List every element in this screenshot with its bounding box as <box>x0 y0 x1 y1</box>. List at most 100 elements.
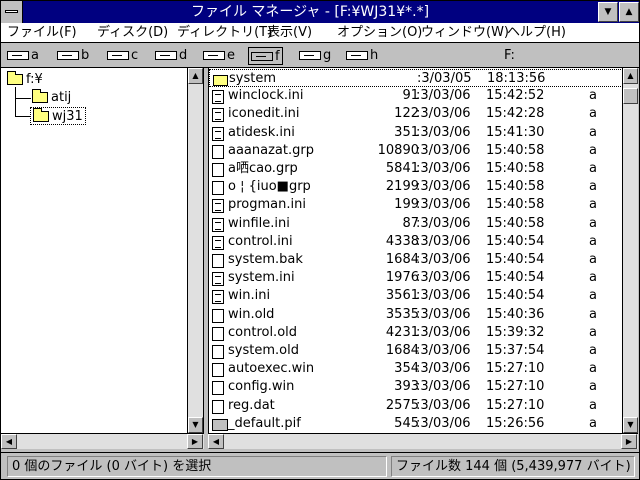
file-row[interactable]: atidesk.ini 351:3/03/06 15:41:30 a <box>209 124 622 142</box>
file-size: 1684 <box>385 343 419 358</box>
file-row[interactable]: system.bak 1684:3/03/06 15:40:54 a <box>209 251 622 269</box>
file-row[interactable]: system.old 1684:3/03/06 15:37:54 a <box>209 342 622 360</box>
drive-d[interactable]: d <box>155 47 187 65</box>
file-name: autoexec.win <box>228 361 315 377</box>
tree-item-atij[interactable]: atij <box>32 89 71 107</box>
file-time: 15:40:36 <box>486 306 545 322</box>
hard-drive-icon <box>107 51 129 60</box>
file-size: 393 <box>394 379 419 395</box>
file-icon <box>212 363 224 378</box>
system-menu-button[interactable] <box>1 1 23 23</box>
file-name: win.old <box>228 306 275 322</box>
menu-file[interactable]: ファイル(F) <box>7 23 77 43</box>
file-row[interactable]: _default.pif 545:3/03/06 15:26:56 a <box>209 415 622 433</box>
drive-g[interactable]: g <box>299 47 331 65</box>
file-name: o ¦ {iuo■grp <box>228 179 311 195</box>
file-time: 15:27:10 <box>486 361 545 377</box>
file-size: 545 <box>394 415 419 431</box>
drive-bar: a b c d e f g h F: <box>1 44 639 68</box>
scroll-left-button[interactable]: ◀ <box>208 434 224 449</box>
file-attr: a <box>589 343 597 358</box>
title-bar[interactable]: ファイル マネージャ - [F:¥WJ31¥*.*] ▼ ▲ <box>1 1 639 23</box>
menu-window[interactable]: ウィンドウ(W) <box>421 23 509 43</box>
menu-bar: ファイル(F) ディスク(D) ディレクトリ(T) 表示(V) オプション(O)… <box>1 23 639 43</box>
open-folder-icon <box>33 108 49 122</box>
scroll-left-button[interactable]: ◀ <box>1 434 17 449</box>
file-row[interactable]: win.old 3535:3/03/06 15:40:36 a <box>209 306 622 324</box>
drive-a[interactable]: a <box>7 47 39 65</box>
menu-help[interactable]: ヘルプ(H) <box>507 23 566 43</box>
tree-horizontal-scrollbar[interactable]: ◀ ▶ <box>1 433 204 449</box>
file-row[interactable]: aaanazat.grp 10890:3/03/06 15:40:58 a <box>209 142 622 160</box>
tree-vertical-scrollbar[interactable]: ▲ ▼ <box>187 68 203 433</box>
file-attr: a <box>589 179 597 195</box>
scroll-up-button[interactable]: ▲ <box>623 68 638 84</box>
drive-b[interactable]: b <box>57 47 89 65</box>
file-date: :3/03/06 <box>416 324 471 340</box>
file-size: 351 <box>394 124 419 140</box>
menu-disk[interactable]: ディスク(D) <box>97 23 168 43</box>
file-time: 15:27:10 <box>486 397 545 413</box>
file-list[interactable]: system:3/03/05 18:13:56 winclock.ini 91:3/0… <box>208 68 622 433</box>
scroll-up-button[interactable]: ▲ <box>188 68 203 84</box>
file-row[interactable]: winfile.ini 87:3/03/06 15:40:58 a <box>209 215 622 233</box>
file-icon <box>212 144 224 159</box>
file-date: :3/03/06 <box>416 361 471 377</box>
file-name: control.ini <box>228 233 293 249</box>
file-row[interactable]: o ¦ {iuo■grp 2199:3/03/06 15:40:58 a <box>209 178 622 196</box>
tree-item-wj31[interactable]: wj31 <box>30 107 86 125</box>
file-name: iconedit.ini <box>228 106 300 122</box>
scroll-down-button[interactable]: ▼ <box>188 417 203 433</box>
file-icon <box>212 163 224 177</box>
file-time: 15:40:58 <box>486 142 545 158</box>
file-row[interactable]: config.win 393:3/03/06 15:27:10 a <box>209 378 622 396</box>
file-size: 10890 <box>377 142 419 158</box>
file-row[interactable]: control.old 4231:3/03/06 15:39:32 a <box>209 324 622 342</box>
drive-f[interactable]: f <box>248 47 283 65</box>
file-time: 15:40:58 <box>486 161 545 176</box>
floppy-drive-icon <box>57 51 79 60</box>
file-row[interactable]: control.ini 4338:3/03/06 15:40:54 a <box>209 233 622 251</box>
scroll-right-button[interactable]: ▶ <box>187 434 203 449</box>
file-attr: a <box>589 233 597 249</box>
hard-drive-icon <box>203 51 225 60</box>
drive-h[interactable]: h <box>346 47 378 65</box>
file-row[interactable]: a哂cao.grp 5841:3/03/06 15:40:58 a <box>209 160 622 178</box>
menu-options[interactable]: オプション(O) <box>337 23 422 43</box>
file-attr: a <box>589 88 597 104</box>
file-row[interactable]: autoexec.win 354:3/03/06 15:27:10 a <box>209 360 622 378</box>
menu-directory[interactable]: ディレクトリ(T) <box>177 23 272 43</box>
drive-c[interactable]: c <box>107 47 138 65</box>
file-horizontal-scrollbar[interactable]: ◀ ▶ <box>208 433 638 449</box>
file-attr: a <box>589 415 597 431</box>
directory-tree[interactable]: f:¥ atij wj31 <box>1 68 204 433</box>
tree-item-label: wj31 <box>52 109 83 124</box>
file-row[interactable]: win.ini 3561:3/03/06 15:40:54 a <box>209 287 622 305</box>
scroll-right-button[interactable]: ▶ <box>621 434 637 449</box>
file-time: 15:42:52 <box>486 88 545 104</box>
menu-view[interactable]: 表示(V) <box>267 23 312 43</box>
file-attr: a <box>589 397 597 413</box>
minimize-button[interactable]: ▼ <box>598 2 618 22</box>
file-row[interactable]: progman.ini 199:3/03/06 15:40:58 a <box>209 196 622 214</box>
file-row[interactable]: system:3/03/05 18:13:56 <box>209 69 622 87</box>
file-attr: a <box>589 288 597 304</box>
tree-root[interactable]: f:¥ <box>7 71 43 89</box>
file-size: 354 <box>394 361 419 377</box>
file-size: 2199 <box>385 179 419 195</box>
file-time: 15:40:54 <box>486 270 545 286</box>
file-row[interactable]: iconedit.ini 122:3/03/06 15:42:28 a <box>209 105 622 123</box>
file-attr: a <box>589 270 597 286</box>
scroll-down-button[interactable]: ▼ <box>623 417 638 433</box>
maximize-button[interactable]: ▲ <box>619 2 639 22</box>
file-attr: a <box>589 215 597 231</box>
file-row[interactable]: reg.dat 2575:3/03/06 15:27:10 a <box>209 397 622 415</box>
file-vertical-scrollbar[interactable]: ▲ ▼ <box>622 68 638 433</box>
tree-line <box>15 116 31 117</box>
file-date: :3/03/06 <box>416 306 471 322</box>
scroll-thumb[interactable] <box>623 88 638 104</box>
file-row[interactable]: winclock.ini 91:3/03/06 15:42:52 a <box>209 87 622 105</box>
file-row[interactable]: system.ini 1976:3/03/06 15:40:54 a <box>209 269 622 287</box>
drive-e[interactable]: e <box>203 47 235 65</box>
file-icon <box>212 326 224 341</box>
